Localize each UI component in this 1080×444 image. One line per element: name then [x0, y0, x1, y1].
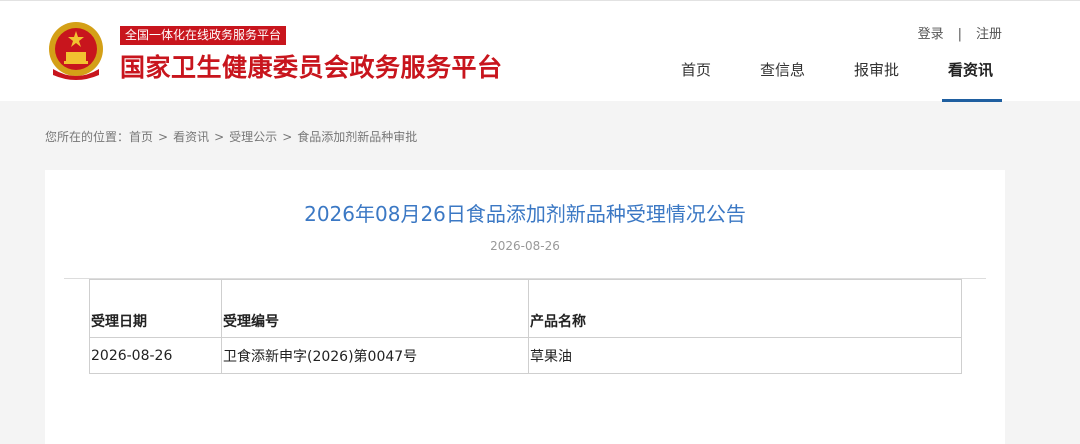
- table-cell: 2026-08-26: [89, 337, 222, 374]
- table-cell: 草果油: [528, 337, 962, 374]
- register-link[interactable]: 注册: [976, 23, 1002, 42]
- platform-tagline: 全国一体化在线政务服务平台: [120, 26, 287, 45]
- site-name[interactable]: 国家卫生健康委员会政务服务平台: [120, 51, 503, 85]
- table-header-row: 受理日期 受理编号 产品名称: [89, 279, 962, 338]
- breadcrumb-separator: >: [214, 130, 225, 144]
- breadcrumb-separator: >: [158, 130, 169, 144]
- column-header: 受理编号: [221, 279, 529, 338]
- header: 全国一体化在线政务服务平台 国家卫生健康委员会政务服务平台 登录 | 注册 首页 查…: [0, 0, 1080, 102]
- breadcrumb-home[interactable]: 首页: [129, 130, 153, 144]
- article-date: 2026-08-26: [490, 239, 560, 253]
- article-title: 2026年08月26日食品添加剂新品种受理情况公告: [304, 202, 746, 226]
- auth-separator: |: [957, 27, 962, 42]
- article-panel: 2026年08月26日食品添加剂新品种受理情况公告 2026-08-26 受理日…: [45, 170, 1005, 444]
- nav-news[interactable]: 看资讯: [948, 59, 993, 80]
- national-emblem-icon: [49, 22, 103, 80]
- column-header: 受理日期: [89, 279, 222, 338]
- login-link[interactable]: 登录: [918, 23, 944, 42]
- acceptance-table: 受理日期 受理编号 产品名称 2026-08-26 卫食添新申字(2026)第0…: [89, 279, 962, 374]
- breadcrumb-acceptance-notice[interactable]: 受理公示: [229, 130, 277, 144]
- breadcrumb: 您所在的位置：首页 > 看资讯 > 受理公示 > 食品添加剂新品种审批: [45, 128, 417, 145]
- column-header: 产品名称: [528, 279, 962, 338]
- breadcrumb-separator: >: [282, 130, 293, 144]
- breadcrumb-news[interactable]: 看资讯: [173, 130, 209, 144]
- nav-submit-approval[interactable]: 报审批: [854, 59, 899, 80]
- nav-query-info[interactable]: 查信息: [760, 59, 805, 80]
- breadcrumb-prefix: 您所在的位置：: [45, 130, 130, 144]
- nav-home[interactable]: 首页: [681, 59, 711, 80]
- breadcrumb-current[interactable]: 食品添加剂新品种审批: [297, 130, 417, 144]
- nav-active-indicator: [942, 99, 1002, 102]
- table-row: 2026-08-26 卫食添新申字(2026)第0047号 草果油: [89, 337, 962, 374]
- table-cell: 卫食添新申字(2026)第0047号: [221, 337, 529, 374]
- auth-links: 登录 | 注册: [918, 23, 1002, 42]
